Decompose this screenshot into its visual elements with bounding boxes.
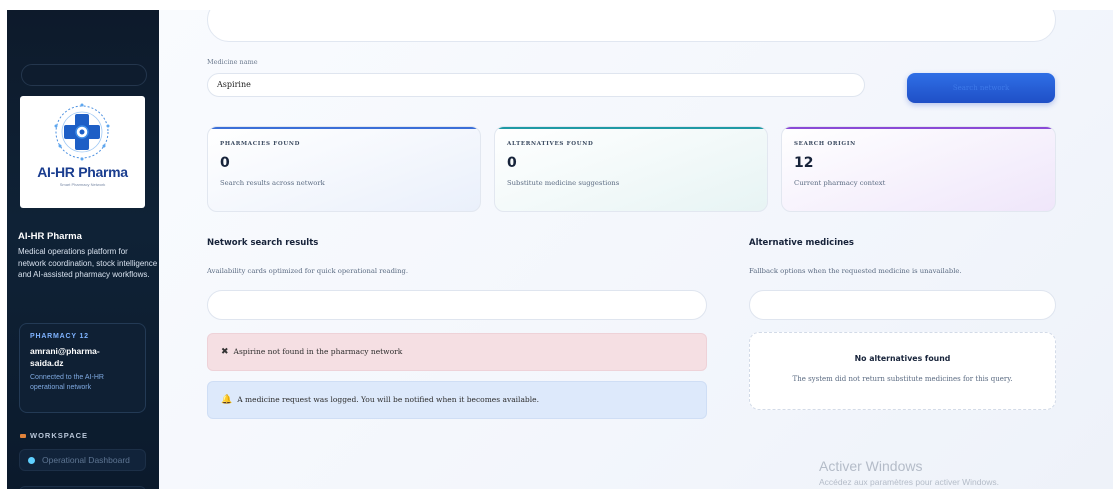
brand-name: AI-HR Pharma xyxy=(18,231,82,242)
alternatives-section-subtitle: Fallback options when the requested medi… xyxy=(749,267,962,275)
stat-label: PHARMACIES FOUND xyxy=(220,141,301,147)
dot-icon xyxy=(28,457,35,464)
bell-icon: 🔔 xyxy=(221,395,233,405)
empty-state-description: The system did not return substitute med… xyxy=(792,375,1013,383)
stat-description: Search results across network xyxy=(220,179,325,187)
medicine-name-input[interactable]: Aspirine xyxy=(207,73,865,97)
stat-value: 0 xyxy=(507,155,517,171)
workspace-section-label: WORKSPACE xyxy=(20,431,88,440)
alternatives-filter-field[interactable] xyxy=(749,290,1056,320)
not-found-alert: ✖ Aspirine not found in the pharmacy netw… xyxy=(207,333,707,371)
pharmacy-card: PHARMACY 12 amrani@pharma-saida.dz Conne… xyxy=(19,323,146,413)
logo-text: AI-HR Pharma xyxy=(37,164,128,180)
cross-icon: ✖ xyxy=(221,347,229,357)
brand-description: Medical operations platform for network … xyxy=(18,247,158,279)
search-network-button[interactable]: Search network xyxy=(907,73,1055,103)
alternatives-empty-state: No alternatives found The system did not… xyxy=(749,332,1056,410)
briefcase-icon xyxy=(20,434,26,439)
sidebar-item-label: Operational Dashboard xyxy=(42,455,130,465)
stat-value: 0 xyxy=(220,155,230,171)
stat-label: ALTERNATIVES FOUND xyxy=(507,141,594,147)
main-content: Medicine name Aspirine Search network PH… xyxy=(159,10,1113,489)
alert-text: Aspirine not found in the pharmacy netwo… xyxy=(233,347,403,356)
logo-tagline: Smart Pharmacy Network xyxy=(59,182,106,187)
pharmacy-email: amrani@pharma-saida.dz xyxy=(30,346,100,368)
stat-label: SEARCH ORIGIN xyxy=(794,141,856,147)
logo-card: AI-HR Pharma Smart Pharmacy Network xyxy=(20,96,145,208)
pharmacy-label: PHARMACY 12 xyxy=(30,333,89,340)
sidebar: AI-HR Pharma Smart Pharmacy Network AI-H… xyxy=(7,10,159,489)
sidebar-item-operational-dashboard[interactable]: Operational Dashboard xyxy=(19,449,146,471)
empty-state-title: No alternatives found xyxy=(854,354,951,363)
alternatives-section-title: Alternative medicines xyxy=(749,238,854,248)
alert-text: A medicine request was logged. You will … xyxy=(237,395,539,404)
results-section-title: Network search results xyxy=(207,238,319,248)
sidebar-search-field[interactable] xyxy=(21,64,147,86)
stat-card-pharmacies-found: PHARMACIES FOUND 0 Search results across… xyxy=(207,126,481,212)
medical-cross-logo-icon xyxy=(54,103,110,161)
windows-activation-title: Activer Windows xyxy=(819,458,923,474)
stat-description: Substitute medicine suggestions xyxy=(507,179,620,187)
pharmacy-status: Connected to the AI-HR operational netwo… xyxy=(30,374,104,391)
stat-description: Current pharmacy context xyxy=(794,179,886,187)
results-section-subtitle: Availability cards optimized for quick o… xyxy=(207,267,408,275)
windows-activation-subtitle: Accédez aux paramètres pour activer Wind… xyxy=(819,477,999,487)
results-filter-field[interactable] xyxy=(207,290,707,320)
request-logged-alert: 🔔 A medicine request was logged. You will… xyxy=(207,381,707,419)
stat-value: 12 xyxy=(794,155,814,171)
medicine-name-label: Medicine name xyxy=(207,58,258,66)
stat-card-search-origin: SEARCH ORIGIN 12 Current pharmacy contex… xyxy=(781,126,1056,212)
top-search-field[interactable] xyxy=(207,10,1056,42)
stat-card-alternatives-found: ALTERNATIVES FOUND 0 Substitute medicine… xyxy=(494,126,768,212)
